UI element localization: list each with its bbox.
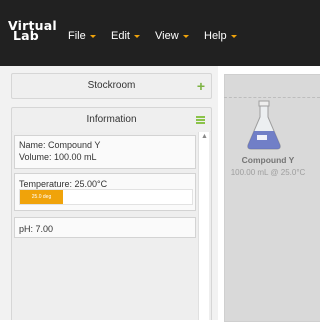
menu-help[interactable]: Help <box>204 30 237 42</box>
scroll-up-icon[interactable]: ▲ <box>201 133 208 140</box>
hamburger-menu-icon[interactable] <box>196 116 205 124</box>
compound-name-text: Name: Compound Y <box>19 140 101 150</box>
caret-down-icon <box>182 34 189 38</box>
name-volume-box: Name: Compound Y Volume: 100.00 mL <box>14 135 196 169</box>
stockroom-title: Stockroom <box>87 80 136 91</box>
ph-box: pH: 7.00 <box>14 217 196 238</box>
menu-edit[interactable]: Edit <box>111 30 140 42</box>
top-navbar: Virtual Lab File Edit View Help <box>0 0 320 66</box>
ph-text: pH: 7.00 <box>19 224 54 234</box>
information-title: Information <box>86 114 137 125</box>
temperature-bar[interactable]: 25.0 deg <box>19 189 193 205</box>
menu-view[interactable]: View <box>155 30 189 42</box>
workbench-item-detail: 100.00 mL @ 25.0°C <box>230 168 306 177</box>
caret-down-icon <box>89 34 96 38</box>
compound-volume-text: Volume: 100.00 mL <box>19 152 97 162</box>
menu-view-label: View <box>155 30 179 42</box>
menu-file[interactable]: File <box>68 30 96 42</box>
information-scrollbar[interactable]: ▲ <box>198 132 209 320</box>
menu-file-label: File <box>68 30 86 42</box>
menu-edit-label: Edit <box>111 30 130 42</box>
workbench-divider <box>224 97 320 98</box>
temperature-bar-fill: 25.0 deg <box>20 190 63 204</box>
caret-down-icon <box>230 34 237 38</box>
workbench-item-name[interactable]: Compound Y <box>228 155 308 165</box>
temperature-box: Temperature: 25.00°C 25.0 deg <box>14 173 196 211</box>
caret-down-icon <box>133 34 140 38</box>
menu-help-label: Help <box>204 30 227 42</box>
app-logo[interactable]: Virtual Lab <box>8 19 57 42</box>
information-header[interactable]: Information <box>11 107 212 133</box>
erlenmeyer-flask-icon[interactable] <box>244 99 284 153</box>
stockroom-header[interactable]: Stockroom + <box>11 73 212 99</box>
plus-icon[interactable]: + <box>197 74 205 98</box>
